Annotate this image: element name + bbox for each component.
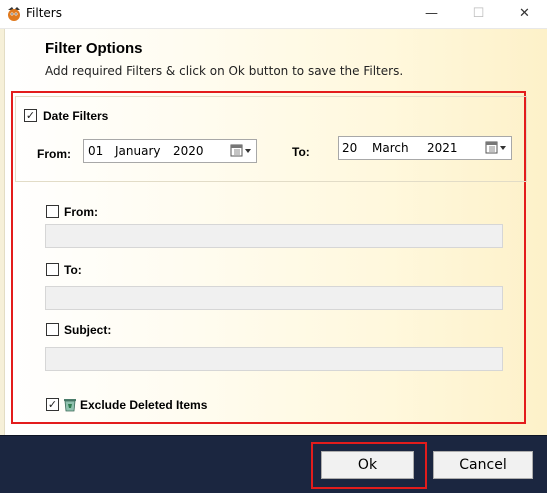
title-bar: Filters — ☐ ✕	[0, 0, 547, 29]
footer-divider	[0, 435, 547, 436]
from-label: From:	[64, 205, 98, 219]
exclude-deleted-label: Exclude Deleted Items	[80, 398, 208, 412]
to-month[interactable]: March	[372, 137, 409, 159]
cancel-button[interactable]: Cancel	[433, 451, 533, 479]
to-year[interactable]: 2021	[427, 137, 458, 159]
subject-input[interactable]	[45, 347, 503, 371]
page-subtitle: Add required Filters & click on Ok butto…	[45, 64, 404, 78]
to-day[interactable]: 20	[342, 137, 357, 159]
close-button[interactable]: ✕	[502, 0, 547, 28]
from-year[interactable]: 2020	[173, 140, 204, 162]
maximize-button[interactable]: ☐	[456, 0, 501, 28]
calendar-dropdown-icon[interactable]	[230, 143, 254, 159]
app-logo-icon	[8, 7, 20, 21]
from-input[interactable]	[45, 224, 503, 248]
recycle-bin-icon	[64, 399, 76, 412]
date-filters-checkbox[interactable]: ✓	[24, 109, 37, 122]
from-month[interactable]: January	[115, 140, 161, 162]
to-date-picker[interactable]: 20 March 2021	[338, 136, 512, 160]
ok-button-highlight	[311, 442, 427, 489]
exclude-deleted-checkbox[interactable]: ✓	[46, 398, 59, 411]
to-checkbox[interactable]	[46, 263, 59, 276]
from-date-label: From:	[37, 147, 71, 161]
left-edge	[0, 29, 5, 435]
subject-label: Subject:	[64, 323, 112, 337]
minimize-button[interactable]: —	[409, 0, 454, 28]
to-input[interactable]	[45, 286, 503, 310]
subject-checkbox[interactable]	[46, 323, 59, 336]
calendar-dropdown-icon[interactable]	[485, 140, 509, 156]
date-filters-label: Date Filters	[43, 109, 109, 123]
to-date-label: To:	[292, 145, 310, 159]
from-checkbox[interactable]	[46, 205, 59, 218]
page-title: Filter Options	[45, 40, 143, 57]
from-day[interactable]: 01	[88, 140, 103, 162]
window-title: Filters	[26, 6, 62, 20]
from-date-picker[interactable]: 01 January 2020	[83, 139, 257, 163]
to-label: To:	[64, 263, 82, 277]
